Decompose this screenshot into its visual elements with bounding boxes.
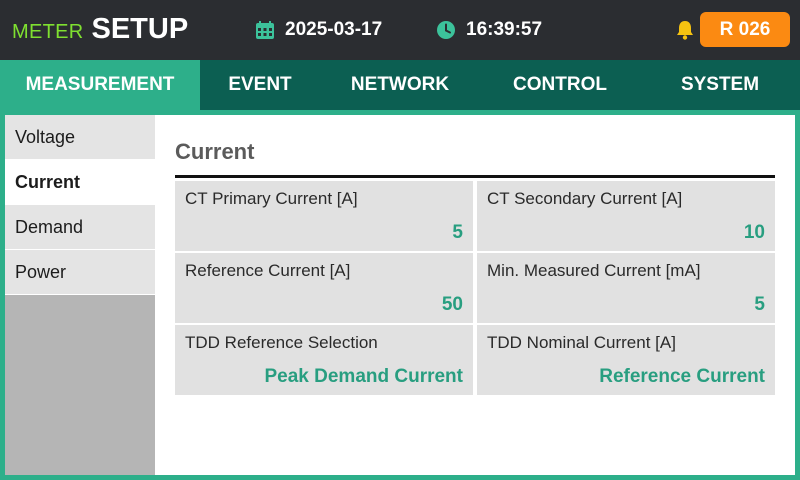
app-title: METER SETUP bbox=[12, 13, 188, 47]
brand-prefix: METER bbox=[12, 21, 84, 43]
setting-label: CT Primary Current [A] bbox=[185, 189, 358, 208]
settings-grid: CT Primary Current [A] 5 CT Secondary Cu… bbox=[175, 181, 775, 395]
tab-system[interactable]: SYSTEM bbox=[640, 60, 800, 110]
current-time: 16:39:57 bbox=[466, 19, 543, 40]
section-title: Current bbox=[175, 139, 255, 164]
setting-value: 50 bbox=[441, 294, 463, 315]
setting-label: TDD Reference Selection bbox=[185, 333, 378, 352]
setting-tdd-reference-selection[interactable]: TDD Reference Selection Peak Demand Curr… bbox=[175, 325, 473, 395]
setting-min-measured-current[interactable]: Min. Measured Current [mA] 5 bbox=[477, 253, 775, 323]
main-tab-bar: MEASUREMENT EVENT NETWORK CONTROL SYSTEM bbox=[0, 60, 800, 110]
setting-label: Min. Measured Current [mA] bbox=[487, 261, 701, 280]
setting-value: Peak Demand Current bbox=[264, 366, 463, 387]
sidebar-item-current[interactable]: Current bbox=[5, 160, 155, 205]
tab-network[interactable]: NETWORK bbox=[320, 60, 480, 110]
setting-label: CT Secondary Current [A] bbox=[487, 189, 683, 208]
setting-tdd-nominal-current[interactable]: TDD Nominal Current [A] Reference Curren… bbox=[477, 325, 775, 395]
setting-label: Reference Current [A] bbox=[185, 261, 351, 280]
clock-icon bbox=[437, 21, 455, 39]
revision-badge[interactable]: R 026 bbox=[700, 12, 790, 47]
sidebar-item-voltage[interactable]: Voltage bbox=[5, 115, 155, 160]
setting-reference-current[interactable]: Reference Current [A] 50 bbox=[175, 253, 473, 323]
setting-value: 5 bbox=[452, 222, 463, 243]
settings-panel: Current CT Primary Current [A] 5 CT Seco… bbox=[155, 115, 795, 475]
calendar-icon bbox=[256, 21, 274, 39]
top-header: METER SETUP 2025-03-17 16:39:57 R 026 bbox=[0, 0, 800, 60]
tab-control[interactable]: CONTROL bbox=[480, 60, 640, 110]
sidebar: Voltage Current Demand Power bbox=[5, 115, 155, 475]
time-display: 16:39:57 bbox=[436, 18, 542, 42]
bell-icon[interactable] bbox=[674, 19, 696, 41]
setting-value: 5 bbox=[754, 294, 765, 315]
tab-measurement[interactable]: MEASUREMENT bbox=[0, 60, 200, 110]
section-divider bbox=[175, 175, 775, 178]
content-frame: Voltage Current Demand Power Current CT … bbox=[5, 115, 795, 475]
current-date: 2025-03-17 bbox=[285, 19, 383, 40]
tab-event[interactable]: EVENT bbox=[200, 60, 320, 110]
sidebar-item-demand[interactable]: Demand bbox=[5, 205, 155, 250]
date-display: 2025-03-17 bbox=[255, 18, 382, 42]
setting-label: TDD Nominal Current [A] bbox=[487, 333, 676, 352]
setting-value: Reference Current bbox=[599, 366, 765, 387]
setting-ct-primary-current[interactable]: CT Primary Current [A] 5 bbox=[175, 181, 473, 251]
setting-value: 10 bbox=[743, 222, 765, 243]
brand-title: SETUP bbox=[91, 13, 189, 45]
sidebar-item-power[interactable]: Power bbox=[5, 250, 155, 295]
setting-ct-secondary-current[interactable]: CT Secondary Current [A] 10 bbox=[477, 181, 775, 251]
